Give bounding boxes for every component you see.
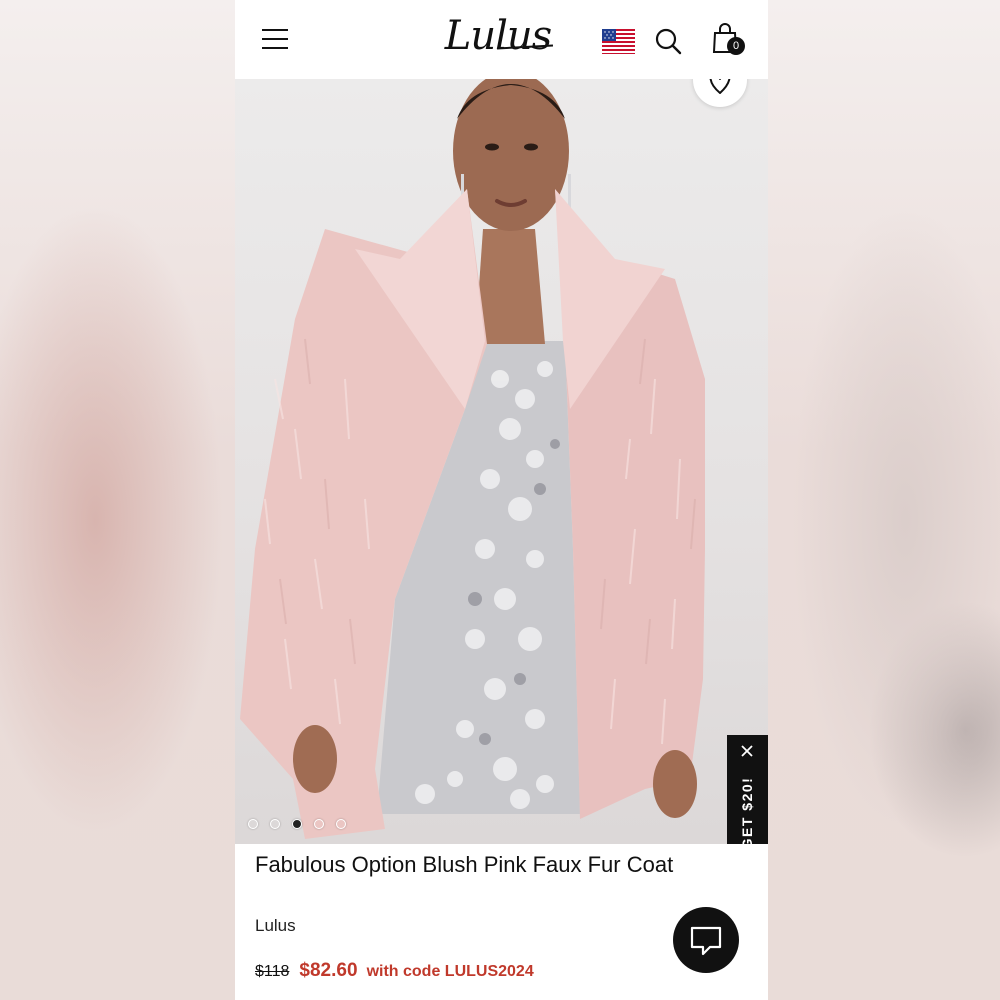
carousel-dot[interactable] [270,819,280,829]
carousel-dot[interactable] [314,819,324,829]
mobile-product-page: Lulus 0 GET $20! Fabulous Option Blush P… [235,0,768,1000]
original-price: $118 [255,963,290,980]
carousel-dot[interactable] [248,819,258,829]
promo-code-text: with code LULUS2024 [366,963,534,980]
sale-price: $82.60 [299,960,358,981]
search-icon[interactable] [653,26,683,56]
product-title: Fabulous Option Blush Pink Faux Fur Coat [255,852,674,877]
lulus-logo[interactable]: Lulus [438,10,558,62]
cart-count-badge: 0 [727,37,745,55]
wishlist-button[interactable] [693,79,747,107]
image-carousel-dots [248,816,358,830]
price-row: $118 $82.60 with code LULUS2024 [255,960,534,982]
chat-bubble-icon [690,926,722,956]
close-icon[interactable] [739,743,755,759]
us-flag-icon[interactable] [602,29,635,54]
product-info: Fabulous Option Blush Pink Faux Fur Coat… [235,844,768,1000]
model-in-fur-coat-illustration [240,79,705,839]
carousel-dot[interactable] [336,819,346,829]
menu-icon[interactable] [262,29,288,49]
carousel-dot-active[interactable] [292,819,302,829]
heart-icon [709,79,731,94]
chat-button[interactable] [673,907,739,973]
product-image[interactable] [235,79,768,844]
site-header: Lulus 0 [235,0,768,79]
product-brand[interactable]: Lulus [255,916,296,936]
